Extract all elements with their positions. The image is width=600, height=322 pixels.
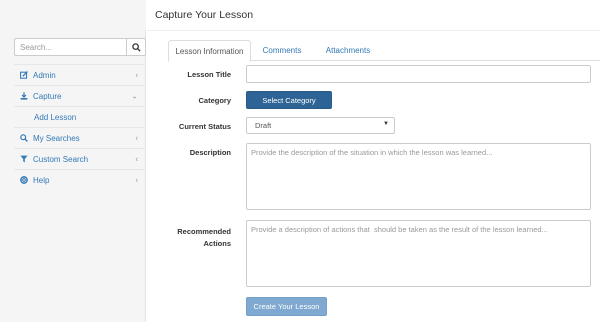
select-category-button[interactable]: Select Category [246, 91, 332, 109]
tab-bar: Lesson Information Comments Attachments [168, 40, 600, 62]
page-title: Capture Your Lesson [155, 9, 254, 21]
main-content: Capture Your Lesson Lesson Information C… [147, 0, 600, 322]
caret-down-icon: ▼ [383, 121, 389, 127]
tab-comments[interactable]: Comments [254, 40, 310, 61]
sidebar-item-admin[interactable]: Admin ‹ [14, 64, 146, 85]
sidebar-item-label: Custom Search [33, 154, 89, 164]
current-status-label: Current Status [178, 122, 231, 131]
chevron-left-icon: ‹ [135, 175, 138, 185]
search-icon [131, 42, 141, 52]
search-input[interactable] [14, 38, 126, 56]
description-textarea[interactable] [246, 143, 591, 210]
sidebar-item-label: Capture [33, 91, 62, 101]
sidebar-header [0, 0, 146, 30]
sidebar-item-label: Admin [33, 70, 56, 80]
sidebar-item-label: My Searches [33, 133, 80, 143]
status-select[interactable]: Draft ▼ [246, 117, 395, 134]
sidebar: Admin ‹ Capture ⌄ Add Lesson [0, 30, 146, 322]
chevron-left-icon: ‹ [135, 133, 138, 143]
tab-lesson-information[interactable]: Lesson Information [168, 40, 251, 62]
lesson-title-label: Lesson Title [187, 70, 231, 79]
filter-icon [20, 155, 30, 163]
search-button[interactable] [126, 38, 146, 56]
sidebar-item-capture[interactable]: Capture ⌄ [14, 85, 146, 106]
sidebar-item-label: Add Lesson [34, 112, 77, 122]
status-select-value: Draft [255, 121, 272, 130]
chevron-left-icon: ‹ [135, 70, 138, 80]
sidebar-item-label: Help [33, 175, 50, 185]
sidebar-item-my-searches[interactable]: My Searches ‹ [14, 127, 146, 148]
edit-icon [20, 71, 30, 79]
lesson-title-input[interactable] [246, 65, 591, 83]
category-label: Category [198, 96, 231, 105]
lifebuoy-icon [20, 176, 30, 184]
recommended-actions-textarea[interactable] [246, 220, 591, 287]
sidebar-search [14, 38, 146, 56]
recommended-actions-label-line1: Recommended [177, 227, 231, 236]
recommended-actions-label-line2: Actions [203, 239, 231, 248]
recommended-actions-label: Recommended Actions [161, 226, 231, 250]
sidebar-item-help[interactable]: Help ‹ [14, 169, 146, 190]
title-divider [147, 30, 600, 31]
chevron-down-icon: ⌄ [131, 91, 138, 101]
search-icon [20, 134, 30, 142]
chevron-left-icon: ‹ [135, 154, 138, 164]
sidebar-item-custom-search[interactable]: Custom Search ‹ [14, 148, 146, 169]
description-label: Description [189, 148, 231, 157]
tab-attachments[interactable]: Attachments [312, 40, 384, 61]
download-icon [20, 92, 30, 100]
create-lesson-button[interactable]: Create Your Lesson [246, 297, 327, 316]
sidebar-item-add-lesson[interactable]: Add Lesson [14, 106, 146, 127]
sidebar-nav: Admin ‹ Capture ⌄ Add Lesson My Searches… [14, 64, 146, 190]
